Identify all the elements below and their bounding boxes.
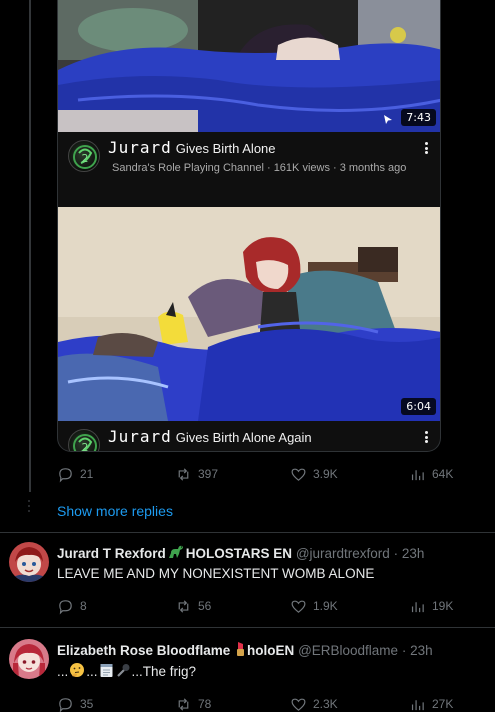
repost-button[interactable]: 397 [175,464,218,484]
notepad-icon [100,664,113,677]
timestamp[interactable]: · 23h [394,546,425,561]
svg-text:2: 2 [82,441,89,452]
reply-count: 35 [80,697,94,711]
reply-text-part: ... [57,664,69,679]
video-title-text: Gives Birth Alone [175,141,276,156]
video-title-brand: Jurard [108,427,172,446]
avatar[interactable] [9,542,49,582]
reply-count: 8 [80,599,87,613]
heart-icon [291,468,306,481]
thread-line [29,0,31,492]
reply-icon [59,467,72,483]
reply-header: Jurard T Rexford HOLOSTARS EN @jurardtrex… [57,544,424,561]
repost-count: 78 [198,697,212,711]
reply-action-bar: 8 56 1.9K 19K [57,596,467,616]
handle[interactable]: @jurardtrexford [296,546,390,561]
channel-avatar[interactable]: 2 [68,429,100,452]
like-count: 1.9K [313,599,338,613]
like-button[interactable]: 3.9K [290,464,338,484]
video-duration: 7:43 [401,109,436,126]
video-thumbnail-1[interactable]: 7:43 [58,0,440,132]
heart-icon [291,600,306,613]
handle[interactable]: @ERBloodflame [298,643,398,658]
video-title[interactable]: Jurard Gives Birth Alone Again [108,427,312,446]
video-title-brand: Jurard [108,138,172,157]
divider [0,627,495,628]
reply-action-bar: 35 78 2.3K 27K [57,694,467,712]
video-card[interactable]: 7:43 2 Jurard Gives Birth Alone Sandra's … [57,0,441,452]
reply-button[interactable]: 8 [57,596,87,616]
reply-button[interactable]: 35 [57,694,93,712]
views-count: 64K [432,467,454,481]
repost-icon [178,599,189,613]
repost-icon [178,697,189,711]
video-title[interactable]: Jurard Gives Birth Alone [108,138,276,157]
dinosaur-icon [168,545,183,558]
reply-button[interactable]: 21 [57,464,93,484]
video-meta: Sandra's Role Playing Channel · 161K vie… [112,162,407,174]
views-button[interactable]: 19K [409,596,453,616]
reply-text-part: ...The frig? [131,664,197,679]
microphone-icon [116,664,130,677]
avatar[interactable] [9,639,49,679]
divider [0,532,495,533]
like-count: 3.9K [313,467,338,481]
video-info-1[interactable]: 2 Jurard Gives Birth Alone Sandra's Role … [58,132,440,207]
cursor-icon [384,115,392,124]
views-count: 19K [432,599,454,613]
post-action-bar: 21 397 3.9K 64K [57,464,467,484]
thinking-face-icon [70,663,85,677]
reply-icon [59,697,72,712]
affiliation: HOLOSTARS EN [185,546,293,561]
repost-button[interactable]: 78 [175,694,211,712]
views-count: 27K [432,697,454,711]
like-button[interactable]: 2.3K [290,694,338,712]
timestamp[interactable]: · 23h [402,643,433,658]
repost-count: 397 [198,467,219,481]
views-chart-icon [411,469,424,480]
show-more-replies-link[interactable]: Show more replies [57,503,173,519]
reply-header: Elizabeth Rose Bloodflame holoEN @ERBloo… [57,641,433,658]
more-options-icon[interactable] [420,140,432,156]
views-chart-icon [411,601,424,612]
thread-gap-dots [28,500,31,512]
reply-text-part: ... [86,664,98,679]
views-chart-icon [411,699,424,710]
repost-icon [178,467,189,481]
repost-count: 56 [198,599,212,613]
lipstick-icon [237,642,245,656]
video-duration: 6:04 [401,398,436,415]
more-options-icon[interactable] [420,429,432,445]
display-name[interactable]: Elizabeth Rose Bloodflame [57,643,230,658]
reply-text: ...... ...The frig? [57,662,196,679]
repost-button[interactable]: 56 [175,596,211,616]
reply-text: LEAVE ME AND MY NONEXISTENT WOMB ALONE [57,566,375,581]
video-title-text: Gives Birth Alone Again [175,430,312,445]
affiliation: holoEN [247,643,295,658]
channel-avatar[interactable]: 2 [68,140,100,172]
reply-icon [59,599,72,615]
video-thumbnail-2[interactable]: 6:04 [58,207,440,421]
heart-icon [291,698,306,711]
views-button[interactable]: 27K [409,694,453,712]
like-button[interactable]: 1.9K [290,596,338,616]
like-count: 2.3K [313,697,338,711]
display-name[interactable]: Jurard T Rexford [57,546,166,561]
svg-text:2: 2 [82,152,89,165]
views-button[interactable]: 64K [409,464,453,484]
video-info-2[interactable]: 2 Jurard Gives Birth Alone Again [58,421,440,452]
reply-count: 21 [80,467,94,481]
